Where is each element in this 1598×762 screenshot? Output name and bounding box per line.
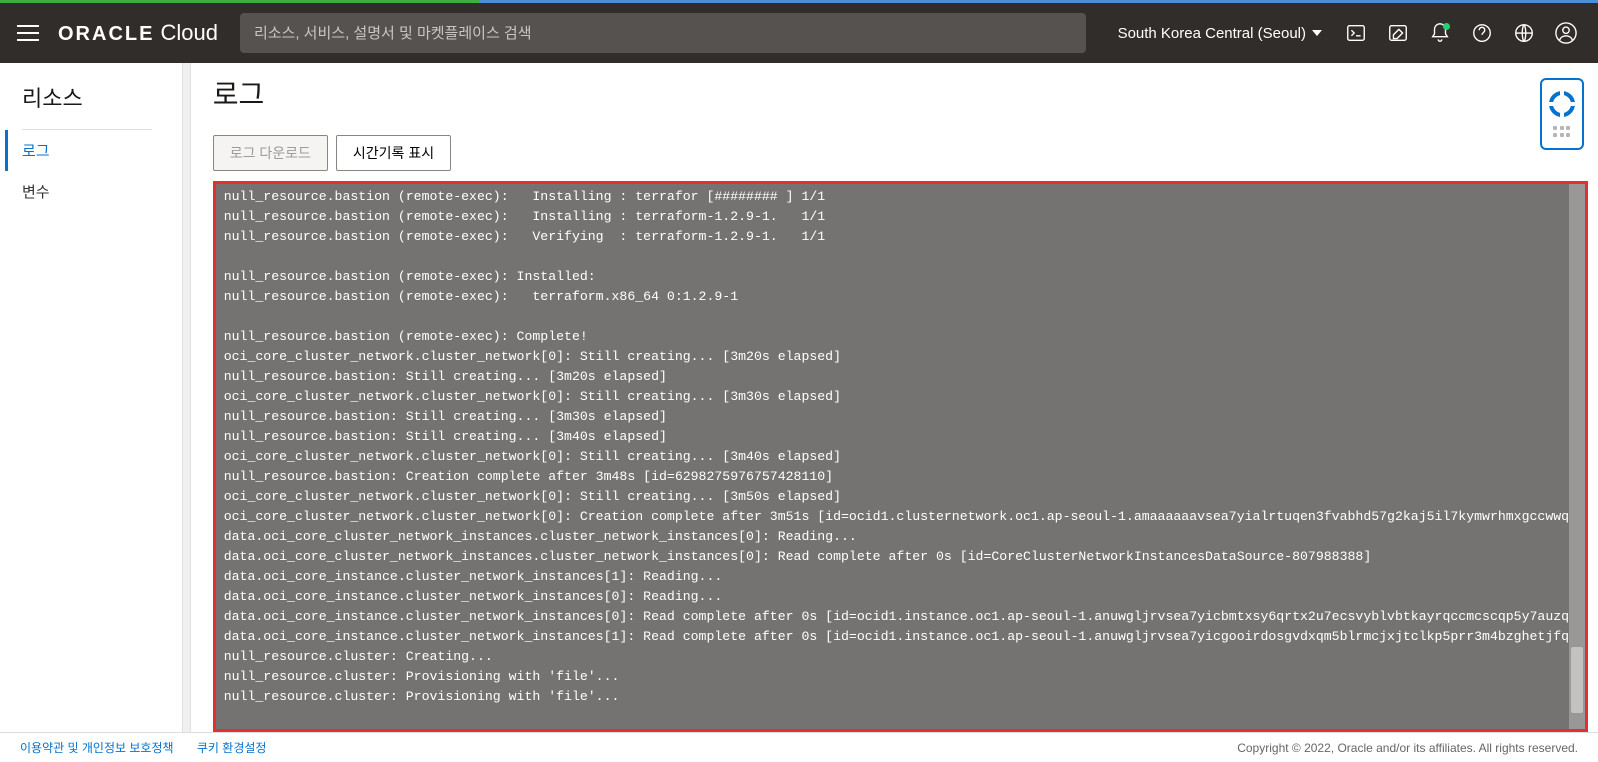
- region-label: South Korea Central (Seoul): [1118, 25, 1306, 42]
- scrollbar-thumb[interactable]: [1571, 647, 1583, 712]
- header: ORACLE Cloud South Korea Central (Seoul): [0, 3, 1598, 63]
- sidebar: 리소스 로그 변수: [0, 63, 182, 732]
- footer-links: 이용약관 및 개인정보 보호정책 쿠키 환경설정: [20, 739, 286, 756]
- edit-icon[interactable]: [1386, 21, 1410, 45]
- show-timelog-button[interactable]: 시간기록 표시: [336, 135, 451, 171]
- logo-oracle: ORACLE: [58, 23, 154, 46]
- terminal-output[interactable]: null_resource.bastion (remote-exec): Ins…: [216, 184, 1585, 729]
- notifications-icon[interactable]: [1428, 21, 1452, 45]
- globe-icon[interactable]: [1512, 21, 1536, 45]
- grip-dots-icon: [1553, 126, 1571, 138]
- logo-cloud: Cloud: [160, 20, 217, 46]
- footer: 이용약관 및 개인정보 보호정책 쿠키 환경설정 Copyright © 202…: [0, 732, 1598, 762]
- profile-icon[interactable]: [1554, 21, 1578, 45]
- sidebar-item-logs[interactable]: 로그: [5, 130, 182, 171]
- terminal-scrollbar[interactable]: [1569, 184, 1585, 729]
- cloud-shell-icon[interactable]: [1344, 21, 1368, 45]
- download-log-button[interactable]: 로그 다운로드: [213, 135, 328, 171]
- sidebar-item-variables[interactable]: 변수: [22, 171, 182, 212]
- support-widget[interactable]: [1540, 78, 1584, 150]
- chevron-down-icon: [1312, 30, 1322, 36]
- cookie-settings-link[interactable]: 쿠키 환경설정: [197, 741, 267, 755]
- main-content: 로그 로그 다운로드 시간기록 표시 null_resource.bastion…: [191, 63, 1598, 732]
- terms-link[interactable]: 이용약관 및 개인정보 보호정책: [20, 741, 174, 755]
- help-icon[interactable]: [1470, 21, 1494, 45]
- sidebar-title: 리소스: [22, 81, 152, 130]
- oracle-cloud-logo[interactable]: ORACLE Cloud: [58, 20, 218, 46]
- body: 리소스 로그 변수 로그 로그 다운로드 시간기록 표시 null_resour…: [0, 63, 1598, 732]
- region-selector[interactable]: South Korea Central (Seoul): [1108, 25, 1332, 42]
- terminal-container: null_resource.bastion (remote-exec): Ins…: [213, 181, 1588, 732]
- page-title: 로그: [213, 73, 1588, 113]
- notification-dot: [1443, 23, 1450, 30]
- button-row: 로그 다운로드 시간기록 표시: [213, 135, 1588, 171]
- life-ring-icon: [1549, 91, 1575, 117]
- search-wrap: [240, 13, 1086, 53]
- menu-button[interactable]: [10, 15, 46, 51]
- copyright-text: Copyright © 2022, Oracle and/or its affi…: [1237, 741, 1578, 755]
- scrollbar-divider[interactable]: [182, 63, 191, 732]
- header-icons: [1344, 21, 1588, 45]
- search-input[interactable]: [240, 13, 1086, 53]
